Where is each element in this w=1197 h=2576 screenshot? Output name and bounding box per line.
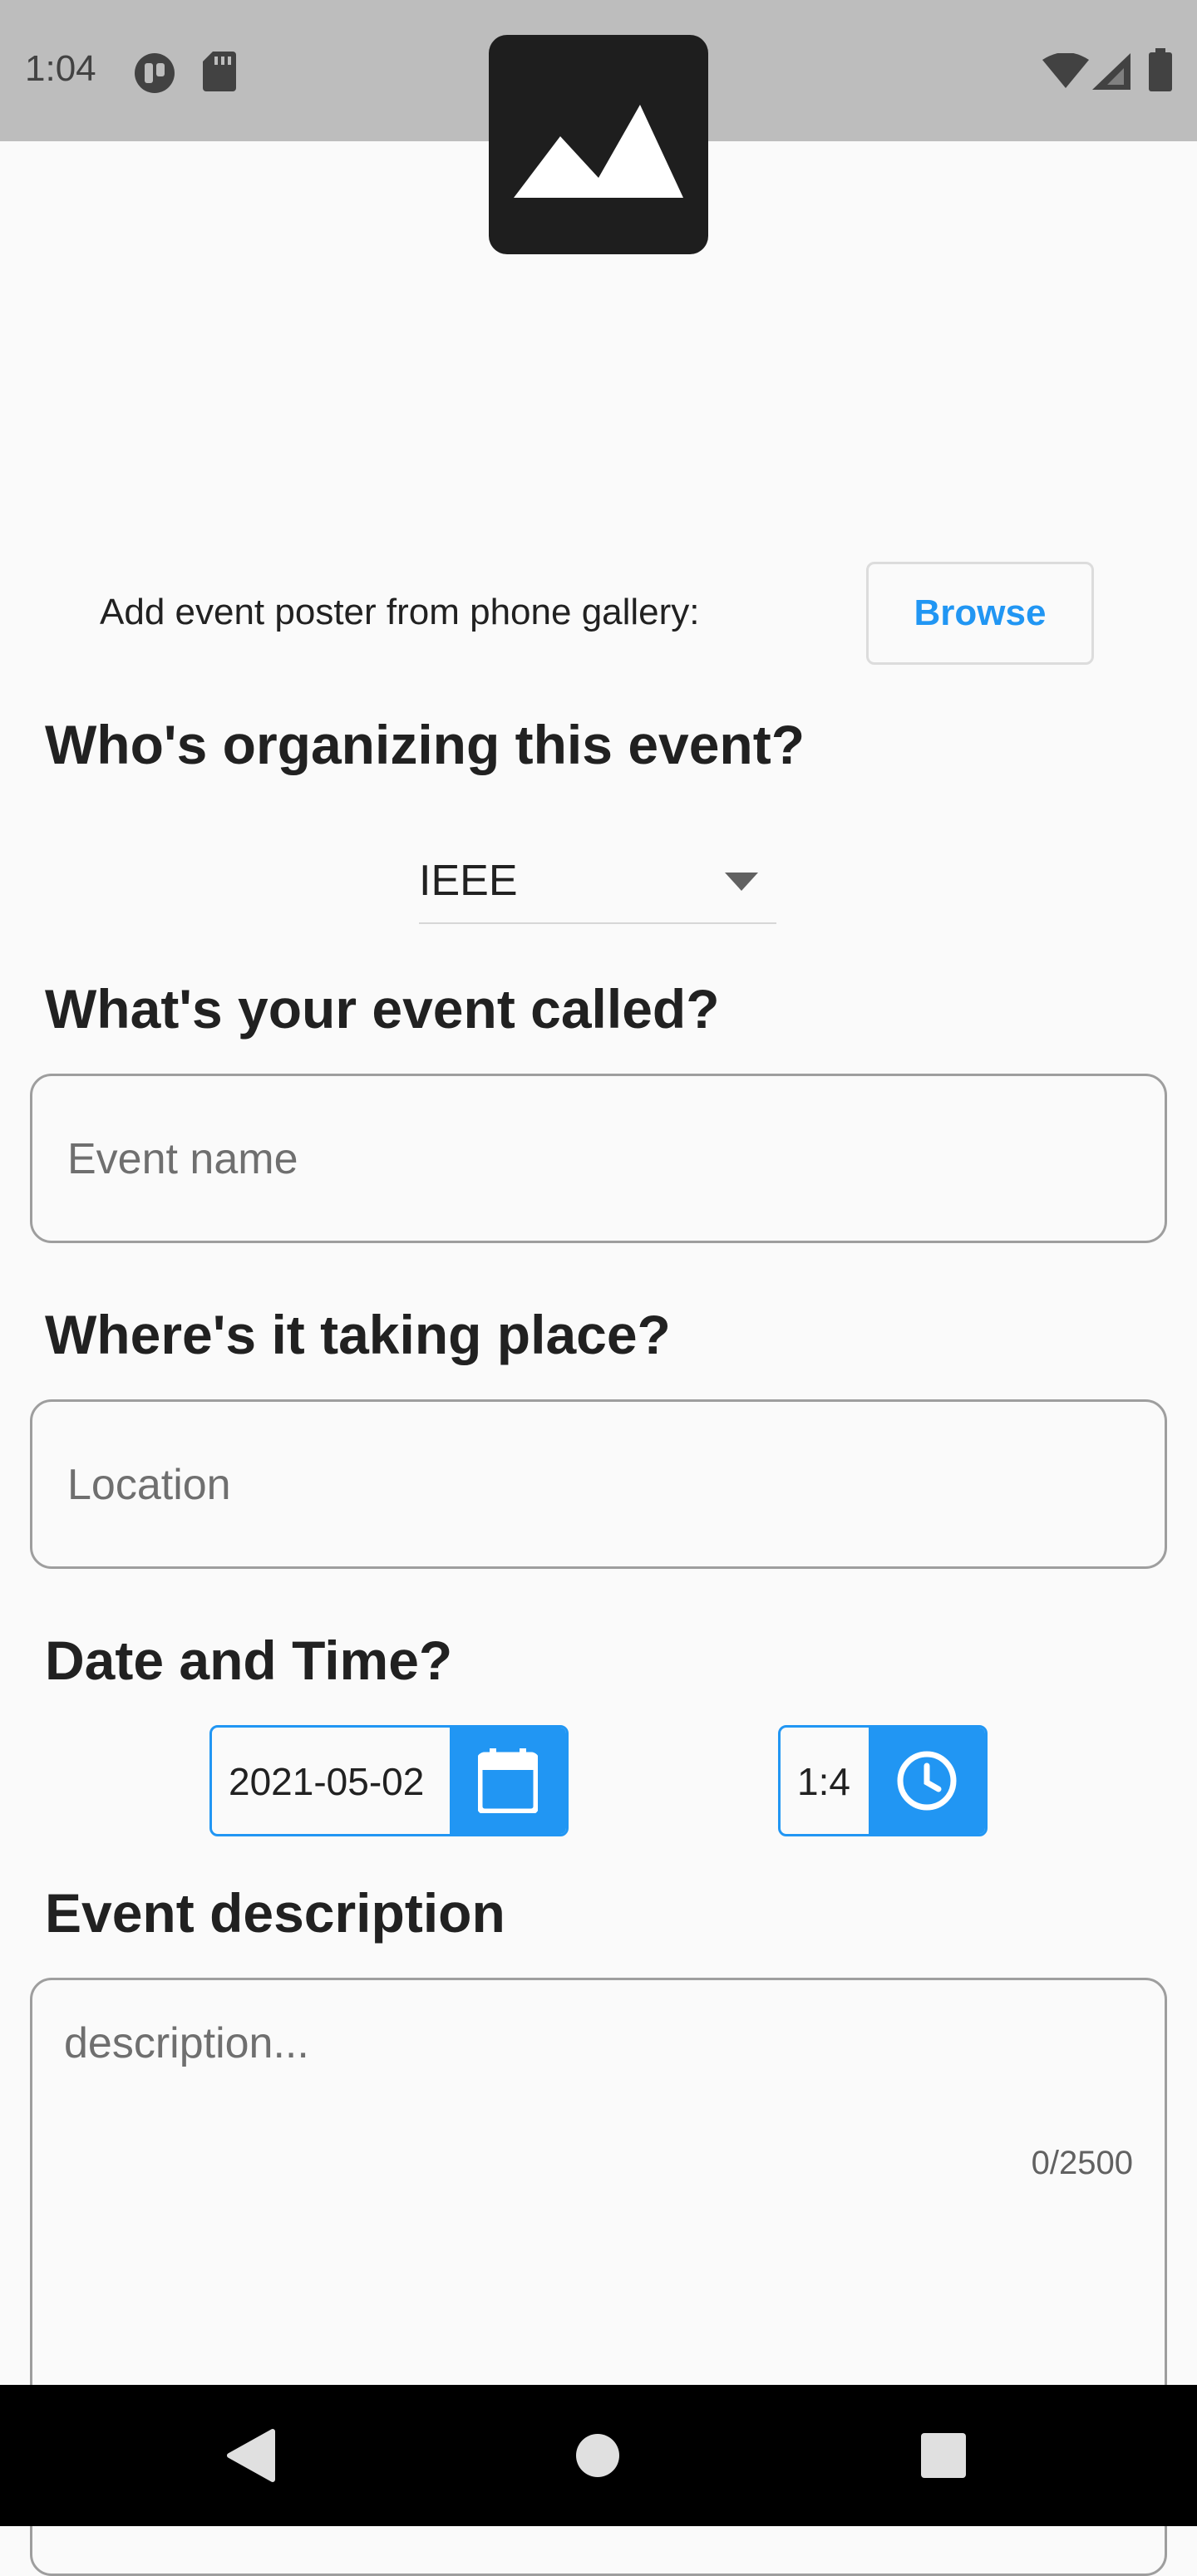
dropdown-arrow-icon: [725, 873, 758, 895]
status-time: 1:04: [25, 48, 96, 89]
location-title: Where's it taking place?: [45, 1304, 671, 1365]
time-picker[interactable]: 1:4: [778, 1725, 988, 1836]
description-input[interactable]: [62, 2017, 1130, 2203]
home-icon[interactable]: [575, 2433, 620, 2482]
clock-icon: [897, 1751, 957, 1811]
image-placeholder-icon: [514, 105, 683, 198]
location-field[interactable]: [30, 1399, 1167, 1569]
organizer-selected: IEEE: [419, 857, 518, 905]
poster-label: Add event poster from phone gallery:: [100, 592, 700, 632]
signal-icon: [1092, 53, 1130, 94]
date-value: 2021-05-02: [229, 1760, 425, 1803]
date-picker-button[interactable]: [450, 1728, 566, 1834]
datetime-title: Date and Time?: [45, 1630, 453, 1691]
browse-button[interactable]: Browse: [866, 562, 1094, 665]
back-icon[interactable]: [226, 2428, 276, 2487]
battery-icon: [1149, 48, 1172, 96]
event-name-input[interactable]: [66, 1076, 1116, 1242]
organizer-dropdown[interactable]: IEEE: [419, 848, 776, 924]
location-input[interactable]: [66, 1402, 1116, 1568]
wifi-icon: [1042, 52, 1089, 92]
event-poster-image: [489, 35, 708, 254]
data-saver-icon: [133, 52, 176, 99]
recents-icon[interactable]: [921, 2433, 966, 2482]
event-name-field[interactable]: [30, 1074, 1167, 1243]
organizer-title: Who's organizing this event?: [45, 714, 805, 775]
date-picker[interactable]: 2021-05-02: [209, 1725, 569, 1836]
time-picker-button[interactable]: [869, 1728, 985, 1834]
description-title: Event description: [45, 1882, 505, 1944]
calendar-icon: [478, 1748, 538, 1813]
time-value: 1:4: [797, 1760, 850, 1803]
event-name-title: What's your event called?: [45, 978, 720, 1040]
navigation-bar: [0, 2385, 1197, 2526]
sd-card-icon: [203, 52, 236, 96]
character-counter: 0/2500: [1031, 2145, 1133, 2181]
